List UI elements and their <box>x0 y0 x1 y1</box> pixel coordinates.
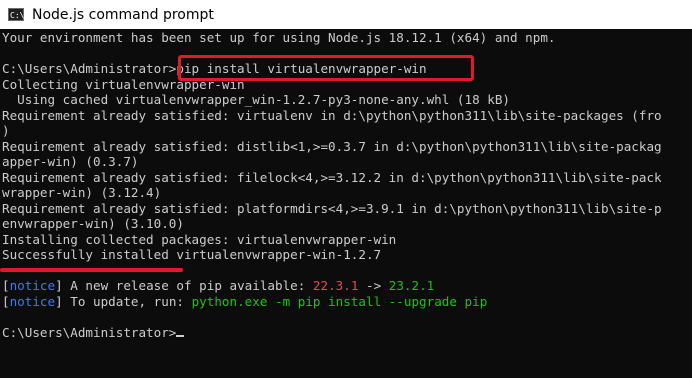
output-text: Collecting virtualenvwrapper-win <box>2 76 245 92</box>
upgrade-command: python.exe -m pip install --upgrade pip <box>191 293 488 309</box>
console-line: Your environment has been set up for usi… <box>2 30 692 46</box>
prompt-text: C:\Users\Administrator> <box>2 61 177 76</box>
old-version: 22.3.1 <box>312 278 359 293</box>
window-title: Node.js command prompt <box>32 6 214 23</box>
terminal-window: C:\ Node.js command prompt Your environm… <box>0 0 692 378</box>
output-text: wrapper-win) (3.12.4) <box>2 185 162 200</box>
title-bar[interactable]: C:\ Node.js command prompt <box>0 0 692 29</box>
output-text: Using cached virtualenvwrapper_win-1.2.7… <box>2 92 510 107</box>
console-line: ) <box>2 123 692 139</box>
output-text: envwrapper-win) (3.10.0) <box>2 216 184 231</box>
console-line: C:\Users\Administrator> <box>2 325 692 341</box>
console-output[interactable]: Your environment has been set up for usi… <box>0 29 692 378</box>
output-text: Requirement already satisfied: platformd… <box>2 200 662 216</box>
console-line: [notice] A new release of pip available:… <box>2 278 435 293</box>
notice-text: A new release of pip available: <box>62 278 313 293</box>
output-text: Requirement already satisfied: distlib<1… <box>2 138 662 154</box>
prompt-text: C:\Users\Administrator> <box>2 324 177 340</box>
pip-install-command: pip install virtualenvwrapper-win <box>176 61 427 76</box>
new-version: 23.2.1 <box>388 278 435 293</box>
notice-text: To update, run: <box>62 293 192 309</box>
console-line: [notice] To update, run: python.exe -m p… <box>2 293 488 309</box>
console-line: wrapper-win) (3.12.4) <box>2 185 692 201</box>
notice-tag: notice <box>9 278 56 293</box>
console-line: C:\Users\Administrator>pip install virtu… <box>2 61 692 77</box>
output-text: apper-win) (0.3.7) <box>2 154 139 169</box>
notice-tag: notice <box>9 293 56 309</box>
env-message: Your environment has been set up for usi… <box>2 30 556 45</box>
output-text: Requirement already satisfied: filelock<… <box>2 169 662 185</box>
console-line: apper-win) (0.3.7) <box>2 154 692 170</box>
console-line: Requirement already satisfied: platformd… <box>2 201 692 217</box>
console-line: envwrapper-win) (3.10.0) <box>2 216 692 232</box>
console-line: Collecting virtualenvwrapper-win <box>2 77 692 93</box>
console-line: Installing collected packages: virtualen… <box>2 232 692 248</box>
output-text: Requirement already satisfied: virtualen… <box>2 107 662 123</box>
console-line: Requirement already satisfied: filelock<… <box>2 170 692 186</box>
console-line: Successfully installed virtualenvwrapper… <box>2 247 692 263</box>
success-message: Successfully installed virtualenvwrapper… <box>2 247 382 262</box>
console-line: Using cached virtualenvwrapper_win-1.2.7… <box>2 92 692 108</box>
command-prompt-icon: C:\ <box>8 8 24 21</box>
output-text: ) <box>2 123 10 138</box>
version-arrow: -> <box>358 278 389 293</box>
text-cursor <box>176 334 185 337</box>
output-text: Installing collected packages: virtualen… <box>2 231 397 247</box>
console-line: Requirement already satisfied: virtualen… <box>2 108 692 124</box>
console-line: Requirement already satisfied: distlib<1… <box>2 139 692 155</box>
